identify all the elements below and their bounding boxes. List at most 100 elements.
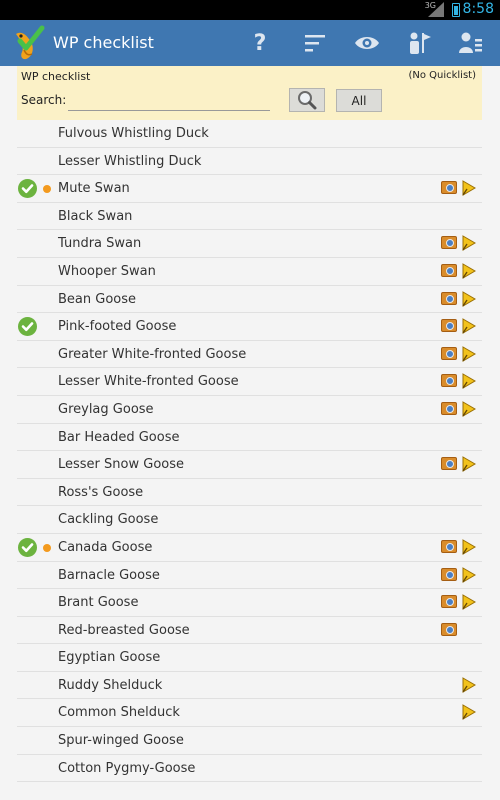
species-row[interactable]: Mute Swan [17, 175, 482, 203]
species-row[interactable]: Cotton Pygmy-Goose [17, 755, 482, 783]
photo-icon[interactable] [441, 595, 457, 609]
sound-icon[interactable] [461, 539, 477, 555]
species-name: Tundra Swan [58, 236, 142, 252]
status-bar: 3G 8:58 [0, 0, 500, 20]
species-row[interactable]: Pink-footed Goose [17, 313, 482, 341]
species-name: Red-breasted Goose [58, 622, 190, 638]
photo-icon[interactable] [441, 457, 457, 471]
sound-icon[interactable] [461, 318, 477, 335]
species-row[interactable]: Ruddy Shelduck [17, 672, 482, 700]
species-row[interactable]: Greater White-fronted Goose [17, 341, 482, 369]
species-row[interactable]: Lesser White-fronted Goose [17, 368, 482, 396]
all-button[interactable]: All [336, 89, 382, 112]
sound-icon[interactable] [461, 180, 477, 197]
app-title: WP checklist [53, 33, 154, 52]
species-row[interactable]: Black Swan [17, 203, 482, 231]
quicklist-status[interactable]: (No Quicklist) [408, 70, 476, 81]
checklist-title: WP checklist [21, 70, 91, 83]
species-name: Brant Goose [58, 595, 139, 611]
species-row[interactable]: Spur-winged Goose [17, 727, 482, 755]
search-label: Search: [21, 93, 67, 107]
species-row[interactable]: Brant Goose [17, 589, 482, 617]
species-row[interactable]: Barnacle Goose [17, 562, 482, 590]
photo-icon[interactable] [441, 401, 457, 415]
search-input[interactable] [68, 90, 270, 111]
photo-icon[interactable] [441, 346, 457, 360]
eye-icon[interactable] [353, 29, 381, 57]
sound-icon[interactable] [461, 263, 477, 279]
species-name: Black Swan [58, 208, 133, 224]
species-row[interactable]: Tundra Swan [17, 230, 482, 258]
observer-icon[interactable] [405, 29, 433, 57]
action-bar: WP checklist ? [0, 20, 500, 66]
sound-icon[interactable] [461, 235, 477, 252]
species-name: Cotton Pygmy-Goose [58, 760, 196, 776]
photo-icon[interactable] [441, 374, 457, 388]
photo-icon[interactable] [441, 263, 457, 277]
species-name: Bean Goose [58, 291, 137, 307]
sound-icon[interactable] [461, 594, 477, 610]
species-row[interactable]: Cackling Goose [17, 506, 482, 534]
species-row[interactable]: Lesser Whistling Duck [17, 148, 482, 176]
seen-check-icon[interactable] [18, 317, 37, 337]
species-name: Lesser Whistling Duck [58, 153, 202, 169]
photo-icon[interactable] [441, 236, 457, 250]
species-row[interactable]: Egyptian Goose [17, 644, 482, 672]
seen-check-icon[interactable] [18, 179, 37, 199]
species-name: Lesser White-fronted Goose [58, 374, 239, 390]
species-name: Cackling Goose [58, 512, 159, 528]
photo-icon[interactable] [441, 539, 457, 553]
photo-icon[interactable] [441, 319, 457, 333]
species-name: Common Shelduck [58, 705, 180, 721]
clock: 8:58 [462, 1, 494, 17]
species-row[interactable]: Greylag Goose [17, 396, 482, 424]
seen-check-icon[interactable] [18, 537, 37, 557]
photo-icon[interactable] [441, 567, 457, 581]
sound-icon[interactable] [461, 704, 477, 721]
species-row[interactable]: Canada Goose [17, 534, 482, 562]
species-row[interactable]: Lesser Snow Goose [17, 451, 482, 479]
species-name: Barnacle Goose [58, 567, 160, 583]
sound-icon[interactable] [461, 566, 477, 583]
battery-icon [452, 3, 460, 17]
species-name: Bar Headed Goose [58, 429, 180, 445]
species-name: Greylag Goose [58, 401, 154, 417]
status-dot-icon [43, 185, 51, 194]
species-row[interactable]: Bar Headed Goose [17, 424, 482, 452]
species-row[interactable]: Ross's Goose [17, 479, 482, 507]
photo-icon[interactable] [441, 291, 457, 305]
species-name: Whooper Swan [58, 263, 156, 279]
species-row[interactable]: Common Shelduck [17, 699, 482, 728]
sound-icon[interactable] [461, 345, 477, 362]
species-name: Mute Swan [58, 181, 130, 197]
photo-icon[interactable] [441, 622, 457, 636]
species-name: Spur-winged Goose [58, 733, 184, 749]
sound-icon[interactable] [461, 290, 477, 307]
sound-icon[interactable] [461, 373, 477, 390]
sort-icon[interactable] [301, 29, 329, 57]
species-name: Greater White-fronted Goose [58, 346, 247, 362]
species-row[interactable]: Bean Goose [17, 286, 482, 314]
species-name: Ross's Goose [58, 484, 144, 500]
species-name: Lesser Snow Goose [58, 457, 184, 473]
species-name: Fulvous Whistling Duck [58, 126, 209, 141]
search-icon [298, 91, 317, 110]
sound-icon[interactable] [461, 677, 477, 693]
search-button[interactable] [289, 88, 325, 112]
sound-icon[interactable] [461, 456, 477, 472]
species-name: Pink-footed Goose [58, 319, 177, 335]
sound-icon[interactable] [461, 401, 477, 417]
species-name: Egyptian Goose [58, 650, 161, 666]
species-name: Canada Goose [58, 539, 153, 555]
species-row[interactable]: Fulvous Whistling Duck [17, 120, 482, 148]
species-row[interactable]: Red-breasted Goose [17, 617, 482, 645]
app-logo-icon[interactable] [12, 24, 48, 62]
status-dot-icon [43, 543, 51, 552]
signal-icon [428, 2, 444, 17]
help-icon[interactable]: ? [246, 29, 274, 57]
species-row[interactable]: Whooper Swan [17, 258, 482, 286]
checklist-header: WP checklist (No Quicklist) Search: All [17, 66, 482, 120]
species-name: Ruddy Shelduck [58, 677, 163, 693]
list-icon[interactable] [456, 29, 484, 57]
photo-icon[interactable] [441, 181, 457, 195]
